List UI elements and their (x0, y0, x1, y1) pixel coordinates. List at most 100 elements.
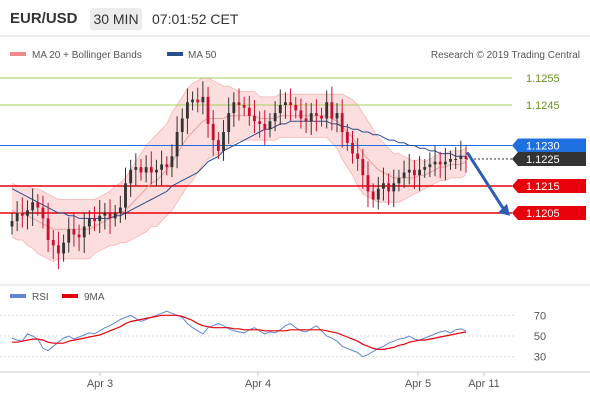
candle-body (72, 229, 76, 235)
candle-body (407, 169, 411, 173)
candle-body (36, 202, 40, 208)
candle-body (93, 218, 96, 222)
candle-body (237, 102, 241, 105)
candle-body (51, 240, 55, 246)
candle-body (366, 175, 370, 192)
candle-body (232, 102, 236, 114)
candle-body (459, 156, 463, 159)
x-tick-label: Apr 3 (87, 378, 113, 390)
candle-body (443, 161, 447, 165)
chart-canvas: EUR/USD 30 MIN 07:01:52 CET MA 20 + Boll… (0, 0, 590, 390)
candle-body (361, 159, 365, 176)
candle-body (294, 105, 298, 111)
level-tag-text: 1.1230 (526, 141, 560, 153)
candle-body (46, 218, 50, 240)
chart-widget: EUR/USD 30 MIN 07:01:52 CET MA 20 + Boll… (0, 0, 590, 400)
candle-body (387, 183, 391, 192)
candle-body (191, 99, 194, 103)
level-tag-1.1245: 1.1245 (526, 100, 560, 112)
level-tag-1.1205: 1.1205 (512, 206, 586, 220)
candle-body (103, 213, 107, 216)
time-label: 07:01:52 CET (152, 11, 239, 27)
candle-body (134, 167, 138, 170)
candle-body (206, 96, 210, 124)
candle-body (15, 213, 19, 222)
rsi-panel: 30 50 70 (0, 310, 546, 364)
candle-body (211, 123, 215, 141)
candle-body (325, 102, 329, 119)
candle-body (304, 118, 308, 122)
candle-body (108, 213, 112, 219)
candle-body (284, 102, 287, 105)
candle-body (175, 132, 179, 157)
ma50-legend-swatch (167, 52, 183, 56)
candle-body (155, 169, 158, 173)
candle-body (376, 188, 380, 200)
candle-body (247, 107, 251, 116)
bollinger-legend-swatch (10, 52, 26, 56)
candle-body (41, 207, 45, 219)
candle-body (242, 105, 246, 108)
candle-body (423, 167, 427, 170)
level-tag-1.1230: 1.1230 (512, 138, 586, 153)
candle-body (289, 102, 293, 105)
candle-body (180, 118, 184, 132)
candle-body (10, 221, 14, 227)
x-tick-label: Apr 4 (245, 378, 271, 390)
candle-body (62, 242, 66, 254)
candle-body (227, 113, 231, 132)
bollinger-legend-label: MA 20 + Bollinger Bands (32, 50, 142, 61)
candle-body (196, 99, 200, 103)
candle-body (397, 177, 401, 184)
candle-body (335, 113, 339, 119)
candle-body (144, 167, 148, 173)
candle-body (371, 191, 375, 200)
candle-body (113, 213, 117, 219)
candle-body (340, 113, 344, 132)
ma9-legend-swatch (62, 294, 78, 298)
timeframe-label: 30 MIN (93, 11, 138, 27)
candle-body (118, 207, 122, 213)
rsi-tick-50: 50 (534, 331, 546, 343)
level-tag-1.1255: 1.1255 (526, 73, 560, 85)
candle-body (20, 213, 24, 216)
candle-body (82, 226, 86, 238)
candle-body (412, 169, 416, 176)
level-tag-1.1215: 1.1215 (512, 179, 586, 193)
candle-body (149, 167, 153, 173)
candle-body (356, 153, 360, 159)
candle-body (433, 161, 437, 165)
rsi-line (11, 310, 467, 358)
candle-body (418, 169, 421, 176)
candle-body (253, 115, 256, 122)
candle-body (98, 215, 102, 222)
candle-body (330, 102, 334, 119)
candle-body (165, 164, 169, 168)
candle-body (449, 159, 452, 162)
candle-body (216, 140, 220, 151)
candle-body (258, 121, 262, 124)
candle-body (438, 161, 442, 165)
candle-body (26, 210, 29, 216)
candle-body (31, 202, 35, 211)
candle-body (309, 113, 313, 122)
candle-body (201, 96, 205, 103)
ma9-legend-label: 9MA (84, 292, 105, 303)
candle-body (170, 156, 174, 168)
candle-body (402, 172, 406, 178)
candle-body (222, 132, 225, 151)
rsi-tick-30: 30 (534, 352, 546, 364)
candle-body (382, 183, 385, 189)
x-tick-label: Apr 11 (468, 378, 500, 390)
candle-body (273, 113, 277, 122)
candle-body (67, 229, 71, 243)
candle-body (454, 159, 458, 160)
rsi-legend-label: RSI (32, 292, 49, 303)
candle-body (160, 164, 164, 170)
candle-body (314, 113, 318, 116)
level-tag-text: 1.1215 (526, 181, 560, 193)
candle-body (139, 167, 143, 173)
candle-body (392, 183, 396, 192)
pair-title: EUR/USD (10, 10, 78, 27)
candle-body (428, 164, 432, 168)
